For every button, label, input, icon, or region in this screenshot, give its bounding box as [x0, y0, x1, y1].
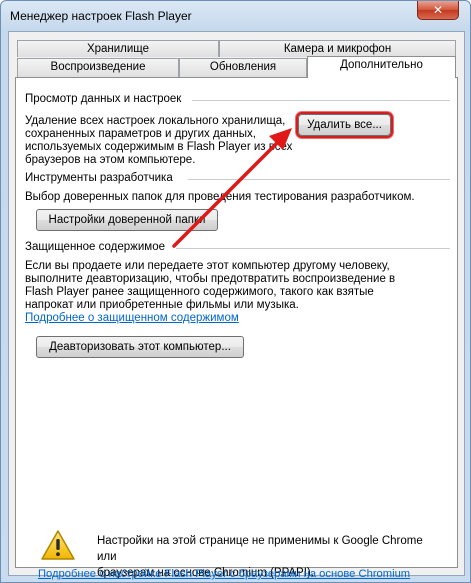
settings-manager-window: Менеджер настроек Flash Player ✕ Хранили… [0, 0, 471, 583]
tab-advanced[interactable]: Дополнительно [307, 56, 456, 78]
annotation-arrow [172, 128, 292, 248]
